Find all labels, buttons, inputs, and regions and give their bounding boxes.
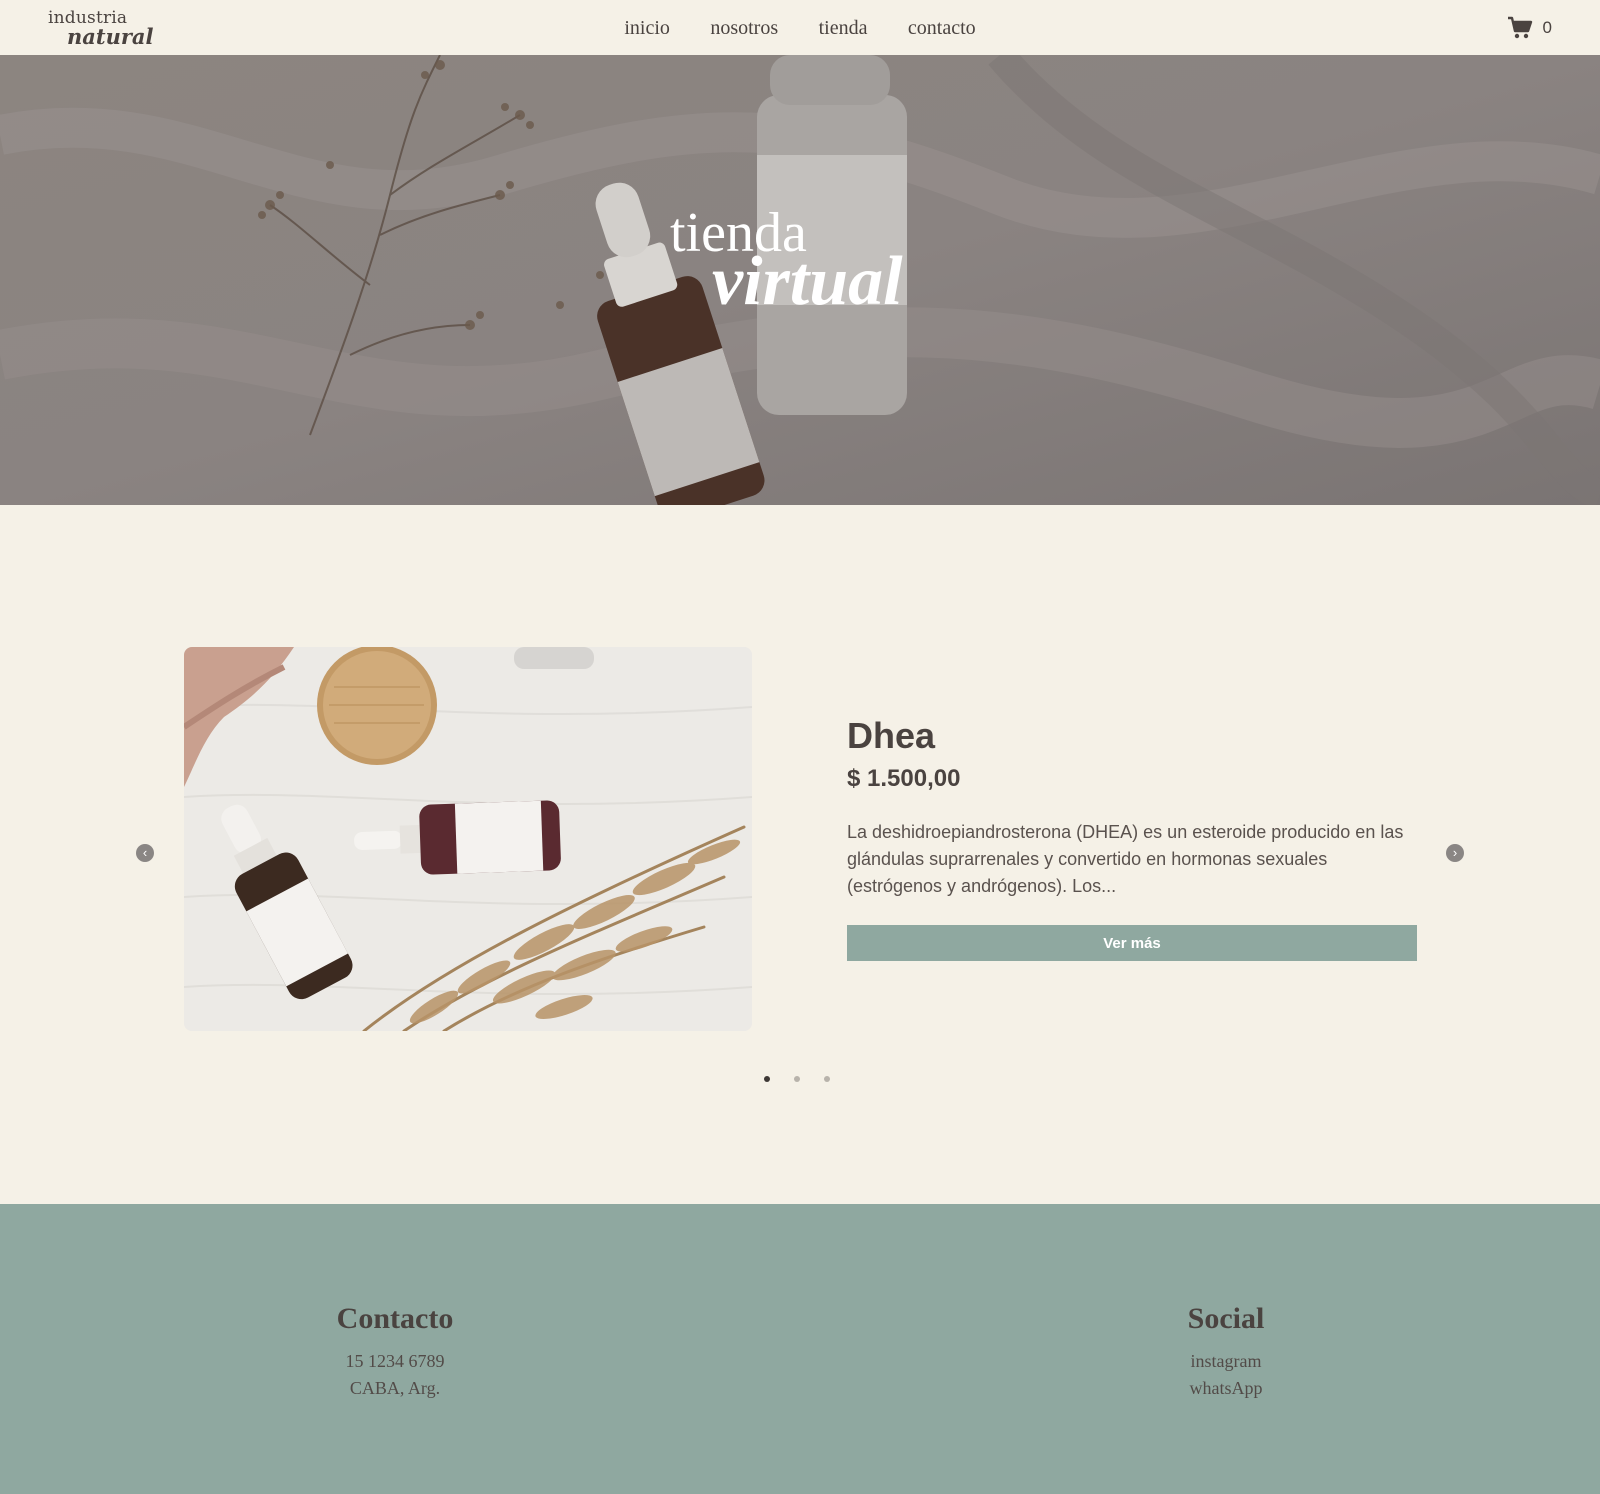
- carousel-prev-button[interactable]: ‹: [136, 844, 154, 862]
- navbar: industria natural inicio nosotros tienda…: [0, 0, 1600, 55]
- main-menu: inicio nosotros tienda contacto: [0, 17, 1600, 40]
- view-more-button[interactable]: Ver más: [847, 925, 1417, 961]
- footer-contact-title: Contacto: [336, 1302, 454, 1335]
- nav-link-inicio[interactable]: inicio: [624, 17, 670, 40]
- chevron-right-icon: ›: [1452, 845, 1458, 860]
- footer-location: CABA, Arg.: [349, 1378, 441, 1398]
- instagram-link[interactable]: instagram: [1191, 1351, 1262, 1371]
- product-photo: [184, 647, 752, 1031]
- product-image: [184, 647, 752, 1031]
- carousel-dot-3[interactable]: [824, 1076, 830, 1082]
- footer-contact: Contacto 15 1234 6789 CABA, Arg.: [275, 1302, 515, 1402]
- hero-banner: tienda virtual: [0, 55, 1600, 505]
- product-name: Dhea: [847, 715, 936, 756]
- hero-title-line-2: virtual: [712, 243, 903, 320]
- nav-link-nosotros[interactable]: nosotros: [710, 17, 778, 40]
- footer: Contacto 15 1234 6789 CABA, Arg. Social …: [0, 1204, 1600, 1494]
- product-price: $ 1.500,00: [847, 765, 961, 792]
- cart-button[interactable]: 0: [1507, 16, 1552, 40]
- chevron-left-icon: ‹: [142, 845, 148, 860]
- cart-icon: [1507, 16, 1532, 39]
- hero-title: tienda virtual: [670, 205, 903, 317]
- nav-link-contacto[interactable]: contacto: [908, 17, 976, 40]
- carousel-dot-1[interactable]: [764, 1076, 770, 1082]
- nav-link-tienda[interactable]: tienda: [819, 17, 868, 40]
- footer-social-title: Social: [1187, 1302, 1265, 1335]
- footer-phone: 15 1234 6789: [345, 1351, 445, 1371]
- product-carousel: ‹ Dhea $ 1.500,00 La deshidroepiandroste…: [0, 505, 1600, 1205]
- carousel-indicators: [764, 1076, 830, 1082]
- product-description: La deshidroepiandrosterona (DHEA) es un …: [847, 822, 1404, 896]
- carousel-dot-2[interactable]: [794, 1076, 800, 1082]
- carousel-next-button[interactable]: ›: [1446, 844, 1464, 862]
- cart-count: 0: [1542, 18, 1552, 37]
- footer-social: Social instagram whatsApp: [1106, 1302, 1346, 1402]
- whatsapp-link[interactable]: whatsApp: [1190, 1378, 1263, 1398]
